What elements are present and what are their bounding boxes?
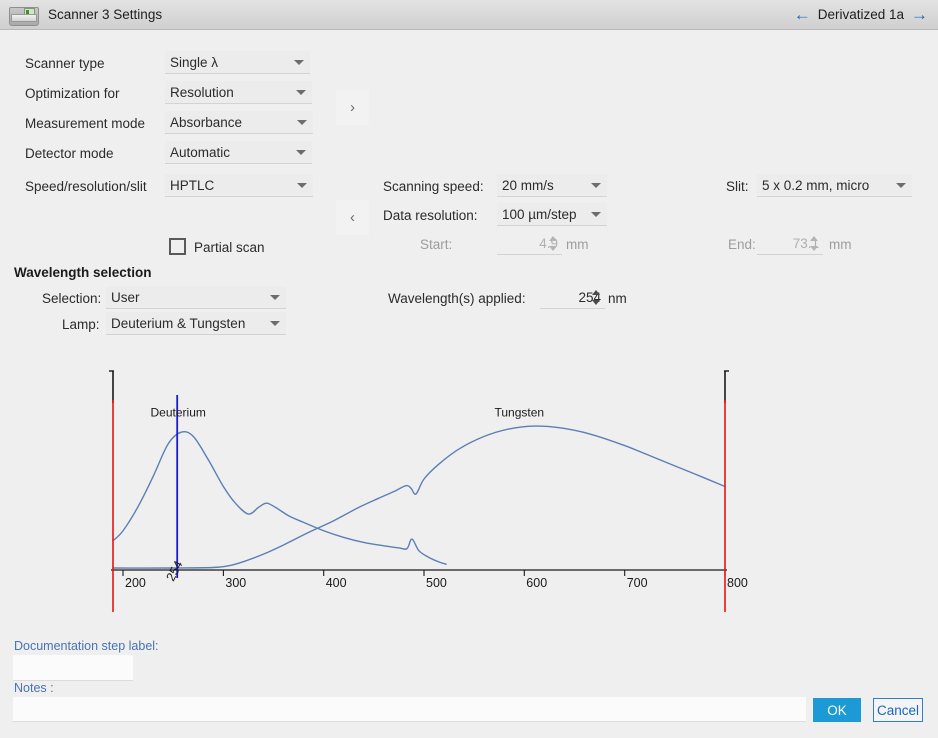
chevron-down-icon <box>296 150 306 155</box>
dropdown-data-resolution[interactable]: 100 µm/step <box>497 203 607 226</box>
dropdown-scanner-type[interactable]: Single λ <box>165 51 310 74</box>
chevron-down-icon <box>591 183 601 188</box>
next-page-button[interactable]: › <box>336 90 369 125</box>
svg-text:254: 254 <box>163 558 185 583</box>
window-title: Scanner 3 Settings <box>48 7 163 22</box>
label-scanner-type: Scanner type <box>25 56 105 71</box>
svg-text:700: 700 <box>627 576 648 590</box>
dropdown-speed-resolution-slit-value: HPTLC <box>170 177 215 193</box>
ok-button[interactable]: OK <box>813 698 861 722</box>
dropdown-measurement-mode[interactable]: Absorbance <box>165 111 313 134</box>
label-slit: Slit: <box>726 179 749 194</box>
dropdown-scanner-type-value: Single λ <box>170 54 219 70</box>
label-scanning-speed: Scanning speed: <box>383 179 484 194</box>
svg-text:Deuterium: Deuterium <box>151 405 206 419</box>
label-data-resolution: Data resolution: <box>383 208 478 223</box>
label-speed-resolution-slit: Speed/resolution/slit <box>25 179 147 194</box>
dropdown-detector-mode-value: Automatic <box>170 144 231 160</box>
svg-text:400: 400 <box>326 576 347 590</box>
chevron-down-icon <box>297 120 307 125</box>
unit-wavelength: nm <box>608 291 627 306</box>
dropdown-measurement-mode-value: Absorbance <box>170 114 243 130</box>
documentation-step-input[interactable] <box>13 655 133 681</box>
spinner-start[interactable]: 4.9 <box>497 232 562 255</box>
dropdown-detector-mode[interactable]: Automatic <box>165 141 312 164</box>
lamp-spectrum-chart: 200 300 400 500 600 700 800 254 Deuterium Tungste… <box>0 0 938 738</box>
track-navigator: ← Derivatized 1a → <box>794 0 928 29</box>
svg-text:500: 500 <box>426 576 447 590</box>
stepper-arrows-icon[interactable] <box>810 236 818 251</box>
dropdown-selection-value: User <box>111 289 140 305</box>
label-optimization-for: Optimization for <box>25 86 120 101</box>
dropdown-lamp[interactable]: Deuterium & Tungsten <box>106 312 286 335</box>
chevron-down-icon <box>297 183 307 188</box>
dropdown-scanning-speed[interactable]: 20 mm/s <box>497 174 607 197</box>
dropdown-data-resolution-value: 100 µm/step <box>502 206 577 222</box>
chevron-down-icon <box>270 321 280 326</box>
arrow-right-icon[interactable]: → <box>911 6 928 23</box>
stepper-arrows-icon[interactable] <box>592 290 600 305</box>
svg-text:Tungsten: Tungsten <box>495 405 545 419</box>
label-documentation-step: Documentation step label: <box>14 639 159 653</box>
checkbox-partial-scan[interactable] <box>169 238 186 255</box>
dropdown-optimization-for-value: Resolution <box>170 84 234 100</box>
svg-text:600: 600 <box>526 576 547 590</box>
notes-input[interactable] <box>13 697 806 722</box>
svg-text:800: 800 <box>727 576 748 590</box>
dropdown-slit-value: 5 x 0.2 mm, micro <box>762 177 870 193</box>
label-detector-mode: Detector mode <box>25 146 114 161</box>
label-lamp: Lamp: <box>62 317 100 332</box>
svg-text:200: 200 <box>125 576 146 590</box>
dropdown-lamp-value: Deuterium & Tungsten <box>111 315 246 331</box>
chevron-down-icon <box>296 90 306 95</box>
label-selection: Selection: <box>42 291 102 306</box>
chevron-down-icon <box>294 60 304 65</box>
label-wavelengths-applied: Wavelength(s) applied: <box>388 291 526 306</box>
label-notes: Notes : <box>14 681 54 695</box>
label-start: Start: <box>420 237 453 252</box>
spinner-end-value: 73.1 <box>792 235 819 251</box>
scanner-icon <box>8 4 39 26</box>
track-label: Derivatized 1a <box>817 7 904 22</box>
unit-start: mm <box>566 237 589 252</box>
chevron-down-icon <box>270 295 280 300</box>
prev-page-button[interactable]: ‹ <box>336 200 369 235</box>
spinner-wavelength-applied[interactable]: 254 <box>540 286 605 309</box>
arrow-left-icon[interactable]: ← <box>794 6 811 23</box>
dropdown-speed-resolution-slit[interactable]: HPTLC <box>165 174 313 197</box>
dropdown-selection[interactable]: User <box>106 286 286 309</box>
dropdown-optimization-for[interactable]: Resolution <box>165 81 312 104</box>
label-end: End: <box>728 237 756 252</box>
stepper-arrows-icon[interactable] <box>549 236 557 251</box>
dropdown-slit[interactable]: 5 x 0.2 mm, micro <box>757 174 912 197</box>
chevron-down-icon <box>591 212 601 217</box>
section-title-wavelength: Wavelength selection <box>14 265 152 280</box>
unit-end: mm <box>829 237 852 252</box>
cancel-button[interactable]: Cancel <box>873 698 923 722</box>
title-bar: Scanner 3 Settings ← Derivatized 1a → <box>0 0 938 30</box>
dropdown-scanning-speed-value: 20 mm/s <box>502 177 554 193</box>
label-measurement-mode: Measurement mode <box>25 116 146 131</box>
label-partial-scan: Partial scan <box>194 240 265 255</box>
spinner-end[interactable]: 73.1 <box>757 232 823 255</box>
svg-text:300: 300 <box>225 576 246 590</box>
chevron-down-icon <box>896 183 906 188</box>
